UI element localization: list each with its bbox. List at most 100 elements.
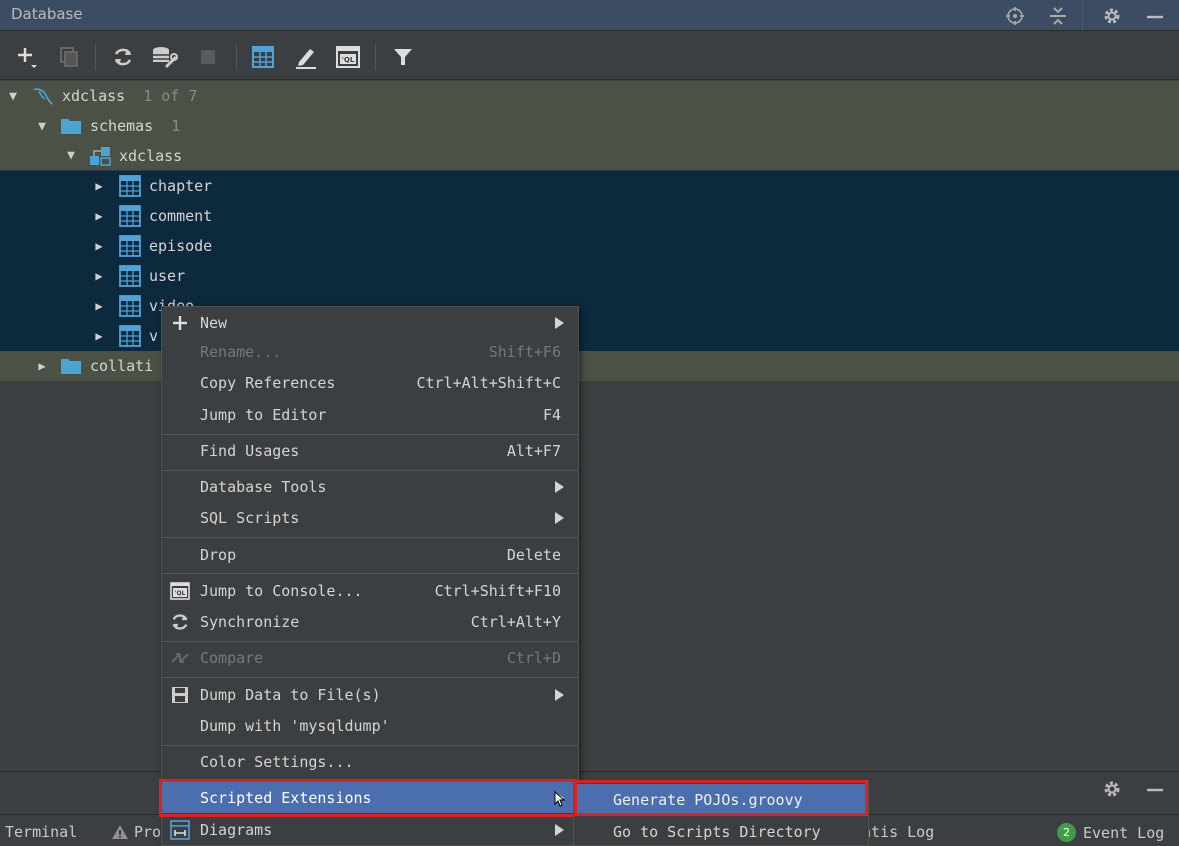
minimize-icon[interactable] (1143, 777, 1167, 801)
submenu-arrow-icon (555, 480, 564, 493)
table-icon (119, 235, 141, 257)
scroll-from-source-icon[interactable] (1003, 4, 1027, 28)
menu-item-sql-scripts[interactable]: SQL Scripts (162, 502, 578, 533)
collapsed-triangle-icon[interactable]: ▶ (92, 329, 106, 343)
console-icon[interactable]: 'QL (335, 44, 361, 70)
menu-item-jump-to-console[interactable]: 'QL Jump to Console... Ctrl+Shift+F10 (162, 575, 578, 606)
datasource-count: 1 of 7 (143, 87, 198, 105)
diagram-icon (169, 819, 191, 841)
highlight-box (159, 779, 577, 817)
toolbar-separator (375, 44, 376, 70)
menu-item-dump-data[interactable]: Dump Data to File(s) (162, 679, 578, 710)
table-icon (119, 295, 141, 317)
menu-shortcut: F4 (542, 405, 561, 424)
schema-label: xdclass (119, 146, 183, 165)
expanded-triangle-icon[interactable]: ▼ (35, 119, 49, 134)
table-icon (119, 325, 141, 347)
event-log-tab[interactable]: 2 Event Log (1057, 823, 1164, 842)
menu-shortcut: Ctrl+Shift+F10 (434, 581, 561, 600)
gear-icon[interactable] (1100, 777, 1124, 801)
table-icon (119, 205, 141, 227)
table-editor-icon[interactable] (250, 44, 276, 70)
menu-label: Dump Data to File(s) (200, 685, 381, 704)
tree-node-schemas[interactable]: ▼ schemas 1 (0, 111, 1179, 141)
filter-icon[interactable] (390, 44, 416, 70)
table-icon (119, 265, 141, 287)
tree-node-schema[interactable]: ▼ xdclass (0, 141, 1179, 171)
table-label: chapter (149, 177, 213, 195)
context-menu: New Rename... Shift+F6 Copy References C… (161, 306, 579, 846)
menu-label: Find Usages (200, 441, 300, 460)
menu-shortcut: Shift+F6 (488, 342, 561, 361)
folder-icon (60, 355, 82, 377)
data-source-properties-icon[interactable] (152, 44, 178, 70)
collapse-all-icon[interactable] (1046, 4, 1070, 28)
expanded-triangle-icon[interactable]: ▼ (6, 89, 20, 104)
collations-label: collati (90, 357, 154, 375)
menu-item-synchronize[interactable]: Synchronize Ctrl+Alt+Y (162, 606, 578, 637)
tree-node-table[interactable]: ▶ user (0, 261, 1179, 291)
menu-label: SQL Scripts (200, 508, 300, 527)
menu-item-rename[interactable]: Rename... Shift+F6 (162, 336, 578, 367)
refresh-icon[interactable] (110, 44, 136, 70)
panel-title: Database (11, 5, 83, 23)
menu-separator (162, 573, 578, 574)
menu-item-find-usages[interactable]: Find Usages Alt+F7 (162, 435, 578, 466)
menu-shortcut: Delete (506, 545, 561, 564)
expanded-triangle-icon[interactable]: ▼ (64, 148, 78, 163)
menu-label: Diagrams (200, 820, 273, 839)
menu-item-diagrams[interactable]: Diagrams (162, 814, 578, 845)
console-icon: 'QL (169, 580, 191, 602)
menu-separator (162, 537, 578, 538)
table-label: user (149, 267, 186, 285)
menu-label: Compare (200, 648, 264, 667)
collapsed-triangle-icon[interactable]: ▶ (35, 359, 49, 373)
menu-item-copy-references[interactable]: Copy References Ctrl+Alt+Shift+C (162, 367, 578, 398)
datasource-label: xdclass (62, 87, 126, 105)
menu-item-dump-mysqldump[interactable]: Dump with 'mysqldump' (162, 710, 578, 741)
toolbar: 'QL (0, 32, 1179, 80)
collapsed-triangle-icon[interactable]: ▶ (92, 209, 106, 223)
event-count-badge: 2 (1057, 823, 1076, 842)
collapsed-triangle-icon[interactable]: ▶ (92, 299, 106, 313)
submenu-item-scripts-directory[interactable]: Go to Scripts Directory (574, 816, 868, 846)
menu-label: Jump to Console... (200, 581, 363, 600)
terminal-tab[interactable]: Terminal (5, 823, 77, 841)
add-icon[interactable] (14, 44, 40, 70)
menu-separator (162, 677, 578, 678)
toolbar-separator (95, 44, 96, 70)
collapsed-triangle-icon[interactable]: ▶ (92, 269, 106, 283)
tree-node-table[interactable]: ▶ comment (0, 201, 1179, 231)
schemas-count: 1 (171, 117, 181, 135)
menu-item-new[interactable]: New (162, 307, 578, 338)
table-label: episode (149, 237, 213, 255)
submenu-arrow-icon (555, 823, 564, 836)
menu-shortcut: Ctrl+D (506, 648, 561, 667)
tree-node-table[interactable]: ▶ chapter (0, 171, 1179, 201)
mysql-dolphin-icon (32, 85, 54, 107)
edit-icon[interactable] (293, 44, 319, 70)
compare-icon (169, 647, 191, 669)
collapsed-triangle-icon[interactable]: ▶ (92, 239, 106, 253)
minimize-icon[interactable] (1143, 4, 1167, 28)
submenu-arrow-icon (555, 688, 564, 701)
menu-item-color-settings[interactable]: Color Settings... (162, 746, 578, 777)
mybatis-log-tab[interactable]: atis Log (862, 823, 934, 841)
problems-tab[interactable]: Pro (111, 823, 161, 841)
menu-item-database-tools[interactable]: Database Tools (162, 471, 578, 502)
menu-item-drop[interactable]: Drop Delete (162, 539, 578, 570)
tree-node-datasource[interactable]: ▼ xdclass 1 of 7 (0, 81, 1179, 111)
schemas-label: schemas (90, 117, 154, 135)
highlight-box (574, 780, 868, 816)
menu-item-compare[interactable]: Compare Ctrl+D (162, 642, 578, 673)
submenu-arrow-icon (555, 511, 564, 524)
menu-label: Jump to Editor (200, 405, 327, 424)
menu-label: New (200, 313, 228, 332)
tree-node-table[interactable]: ▶ episode (0, 231, 1179, 261)
plus-icon (169, 312, 191, 334)
gear-icon[interactable] (1100, 4, 1124, 28)
menu-shortcut: Ctrl+Alt+Y (470, 612, 561, 631)
collapsed-triangle-icon[interactable]: ▶ (92, 179, 106, 193)
table-icon (119, 175, 141, 197)
menu-item-jump-to-editor[interactable]: Jump to Editor F4 (162, 399, 578, 430)
